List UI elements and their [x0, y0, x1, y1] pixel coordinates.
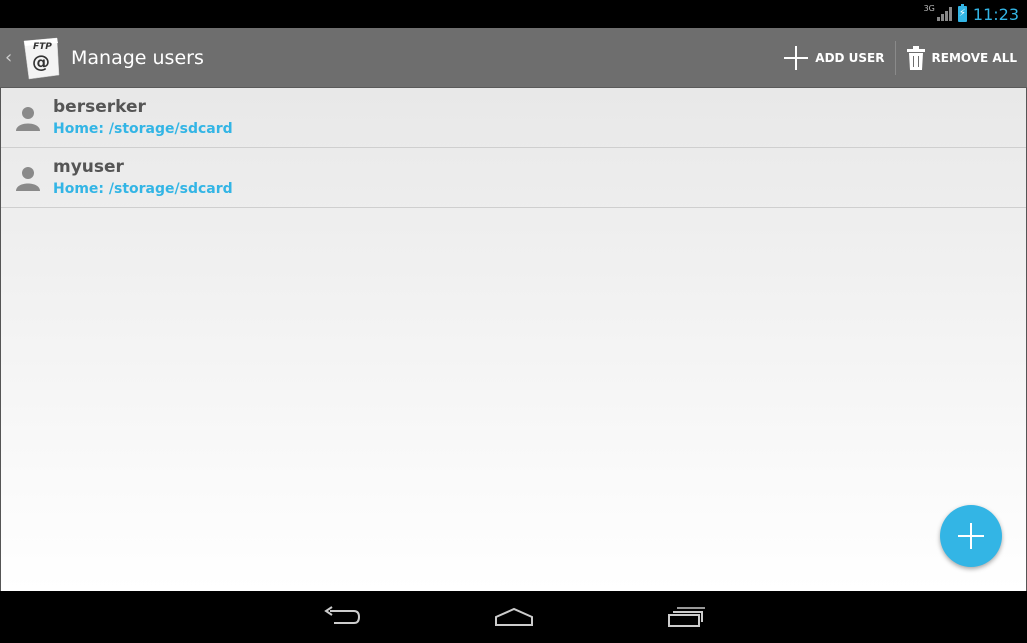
action-bar: ‹ FTP @ Manage users ADD USER REMOVE ALL — [0, 28, 1027, 88]
user-list: berserker Home: /storage/sdcard myuser H… — [0, 88, 1027, 591]
page-title: Manage users — [71, 46, 204, 69]
trash-icon — [906, 45, 925, 70]
back-button[interactable] — [256, 591, 428, 643]
plus-icon — [784, 45, 809, 70]
network-type: 3G — [923, 3, 935, 13]
user-home: Home: /storage/sdcard — [53, 180, 233, 197]
user-name: berserker — [53, 96, 146, 117]
chevron-left-icon[interactable]: ‹ — [5, 47, 17, 68]
status-time: 11:23 — [972, 4, 1019, 24]
back-arrow-icon — [323, 606, 360, 624]
remove-all-button[interactable]: REMOVE ALL — [896, 28, 1027, 88]
navigation-bar — [0, 591, 1027, 643]
user-row-berserker[interactable]: berserker Home: /storage/sdcard — [1, 88, 1026, 148]
user-home: Home: /storage/sdcard — [53, 120, 233, 137]
svg-text:FTP: FTP — [33, 42, 52, 52]
user-row-myuser[interactable]: myuser Home: /storage/sdcard — [1, 148, 1026, 208]
ftp-app-icon: FTP @ — [23, 37, 60, 79]
add-user-label: ADD USER — [815, 50, 885, 65]
add-user-button[interactable]: ADD USER — [773, 28, 894, 88]
status-bar: 3G 11:23 — [0, 0, 1027, 28]
signal-icon — [936, 7, 952, 21]
person-icon — [14, 105, 42, 131]
svg-text:@: @ — [32, 52, 50, 73]
plus-icon — [958, 523, 984, 549]
remove-all-label: REMOVE ALL — [931, 50, 1018, 65]
home-button[interactable] — [428, 591, 600, 643]
person-icon — [14, 165, 42, 191]
battery-icon — [957, 4, 967, 22]
recents-icon — [667, 607, 705, 627]
add-user-fab[interactable] — [940, 505, 1002, 567]
home-icon — [494, 607, 533, 626]
app-icon[interactable]: FTP @ — [21, 35, 61, 81]
recents-button[interactable] — [600, 591, 772, 643]
user-name: myuser — [53, 156, 124, 177]
